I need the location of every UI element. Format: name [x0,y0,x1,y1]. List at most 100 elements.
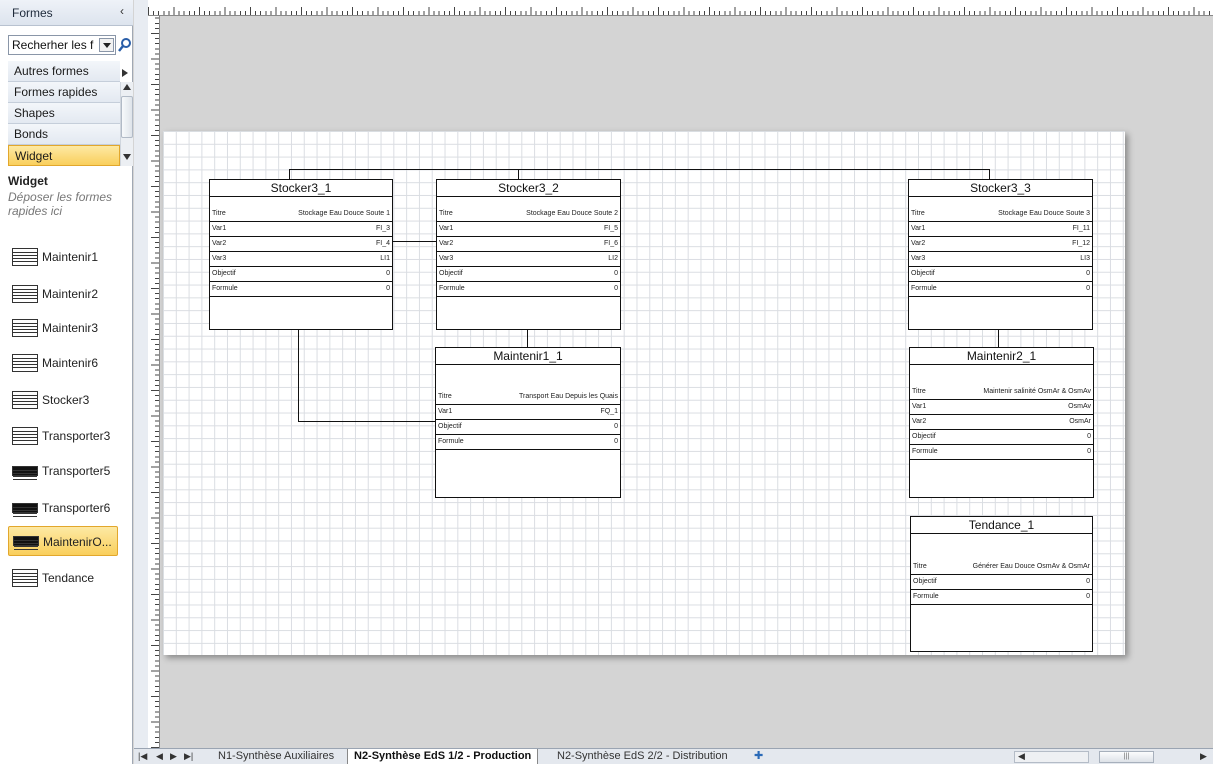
connector[interactable] [989,169,990,179]
widget-title: Stocker3_2 [437,180,620,197]
shape-item-transporter6[interactable]: Transporter6 [8,493,118,523]
connector[interactable] [527,330,528,347]
widget-row: Formule 0 [910,445,1093,460]
first-page-icon[interactable]: |◀ [138,751,147,762]
widget-row: Titre Transport Eau Depuis les Quais [436,390,620,405]
connector[interactable] [298,330,299,421]
widget-stocker3-2[interactable]: Stocker3_2 Titre Stockage Eau Douce Soute… [436,179,621,330]
widget-stocker3-1[interactable]: Stocker3_1 Titre Stockage Eau Douce Soute… [209,179,393,330]
widget-title: Maintenir1_1 [436,348,620,365]
shape-item-transporter3[interactable]: Transporter3 [8,421,118,451]
horizontal-scrollbar[interactable] [1014,751,1089,763]
widget-shape-icon [12,285,38,303]
widget-shape-icon [12,391,38,409]
widget-shape-icon [12,354,38,372]
widget-shape-icon [12,427,38,445]
widget-rows: Titre Générer Eau Douce OsmAv & OsmAr Obj… [911,560,1092,605]
collapse-pane-icon[interactable]: ‹ [120,4,124,18]
widget-maintenir1-1[interactable]: Maintenir1_1 Titre Transport Eau Depuis l… [435,347,621,498]
widget-row: Titre Maintenir salinité OsmAr & OsmAv [910,385,1093,400]
connector[interactable] [298,421,436,422]
category-shapes[interactable]: Shapes [8,103,120,124]
widget-row: Objectif 0 [909,267,1092,282]
widget-row: Formule 0 [436,435,620,450]
widget-title: Maintenir2_1 [910,348,1093,365]
chevron-right-icon [122,68,128,80]
shape-item-maintenir-o[interactable]: MaintenirO... [8,526,118,556]
widget-rows: Titre Stockage Eau Douce Soute 2 Var1 FI_5… [437,207,620,297]
horizontal-ruler [148,0,1213,16]
widget-row: Objectif 0 [210,267,392,282]
connector[interactable] [289,169,290,179]
widget-shape-icon [12,248,38,266]
widget-title: Tendance_1 [911,517,1092,534]
widget-row: Titre Stockage Eau Douce Soute 1 [210,207,392,222]
bar-shape-icon [12,503,38,513]
shape-item-transporter5[interactable]: Transporter5 [8,456,118,486]
category-formes-rapides[interactable]: Formes rapides [8,82,120,103]
stencil-title: Widget [8,174,48,188]
widget-rows: Titre Transport Eau Depuis les Quais Var1… [436,390,620,450]
widget-row: Titre Stockage Eau Douce Soute 2 [437,207,620,222]
shape-item-maintenir3[interactable]: Maintenir3 [8,313,118,343]
widget-row: Titre Stockage Eau Douce Soute 3 [909,207,1092,222]
shape-item-stocker3[interactable]: Stocker3 [8,385,118,415]
shapes-pane: Formes ‹ Autres formes Formes rapides Sh… [0,0,133,764]
widget-tendance-1[interactable]: Tendance_1 Titre Générer Eau Douce OsmAv … [910,516,1093,652]
widget-row: Var1 FI_11 [909,222,1092,237]
stencil-hint: Déposer les formes rapides ici [8,190,113,218]
drawing-page[interactable]: Stocker3_1 Titre Stockage Eau Douce Soute… [163,131,1125,655]
page-tab-bar: |◀ ◀ ▶ ▶| N1-Synthèse Auxiliaires N2-Syn… [134,748,1213,764]
category-autres-formes[interactable]: Autres formes [8,61,120,82]
widget-row: Objectif 0 [436,420,620,435]
tab-n1-synthese-auxiliaires[interactable]: N1-Synthèse Auxiliaires [212,749,340,764]
widget-stocker3-3[interactable]: Stocker3_3 Titre Stockage Eau Douce Soute… [908,179,1093,330]
tab-n2-distribution[interactable]: N2-Synthèse EdS 2/2 - Distribution [551,749,734,764]
widget-shape-icon [12,319,38,337]
bar-shape-icon [13,536,39,546]
bar-shape-icon [12,466,38,476]
connector[interactable] [998,330,999,347]
connector[interactable] [518,169,519,179]
widget-row: Formule 0 [909,282,1092,297]
widget-row: Var3 LI2 [437,252,620,267]
vertical-ruler-strip [134,16,148,748]
connector-top-bus[interactable] [289,169,989,170]
widget-row: Objectif 0 [437,267,620,282]
widget-row: Var1 FQ_1 [436,405,620,420]
last-page-icon[interactable]: ▶| [184,751,193,762]
widget-maintenir2-1[interactable]: Maintenir2_1 Titre Maintenir salinité Osm… [909,347,1094,498]
scroll-left-icon[interactable]: ◀ [1018,751,1025,762]
next-page-icon[interactable]: ▶ [170,751,177,762]
shape-item-maintenir2[interactable]: Maintenir2 [8,279,118,309]
widget-row: Formule 0 [210,282,392,297]
search-input[interactable] [9,36,99,54]
widget-row: Var2 FI_12 [909,237,1092,252]
search-icon[interactable] [118,36,132,54]
shape-item-maintenir6[interactable]: Maintenir6 [8,348,118,378]
previous-page-icon[interactable]: ◀ [156,751,163,762]
shape-item-maintenir1[interactable]: Maintenir1 [8,242,118,272]
widget-rows: Titre Stockage Eau Douce Soute 1 Var1 FI_3… [210,207,392,297]
category-bonds[interactable]: Bonds [8,124,120,145]
category-scroll-thumb[interactable] [121,96,133,138]
tab-n2-production[interactable]: N2-Synthèse EdS 1/2 - Production [347,749,539,764]
scroll-up-icon[interactable] [123,84,131,90]
scroll-right-icon[interactable]: ▶ [1200,751,1207,762]
search-box [8,35,116,55]
category-widget[interactable]: Widget [8,145,120,166]
connector[interactable] [392,241,437,242]
widget-row: Var1 FI_5 [437,222,620,237]
horizontal-scroll-thumb[interactable]: ||| [1099,751,1154,763]
widget-row: Var3 LI3 [909,252,1092,267]
search-dropdown-button[interactable] [99,38,114,52]
shape-item-tendance[interactable]: Tendance [8,563,118,593]
insert-page-icon[interactable]: ✚ [754,749,763,762]
widget-row: Var1 FI_3 [210,222,392,237]
widget-row: Var3 LI1 [210,252,392,267]
scroll-down-icon[interactable] [123,154,131,160]
widget-row: Objectif 0 [910,430,1093,445]
widget-shape-icon [12,569,38,587]
widget-title: Stocker3_3 [909,180,1092,197]
pane-title: Formes [12,6,53,20]
